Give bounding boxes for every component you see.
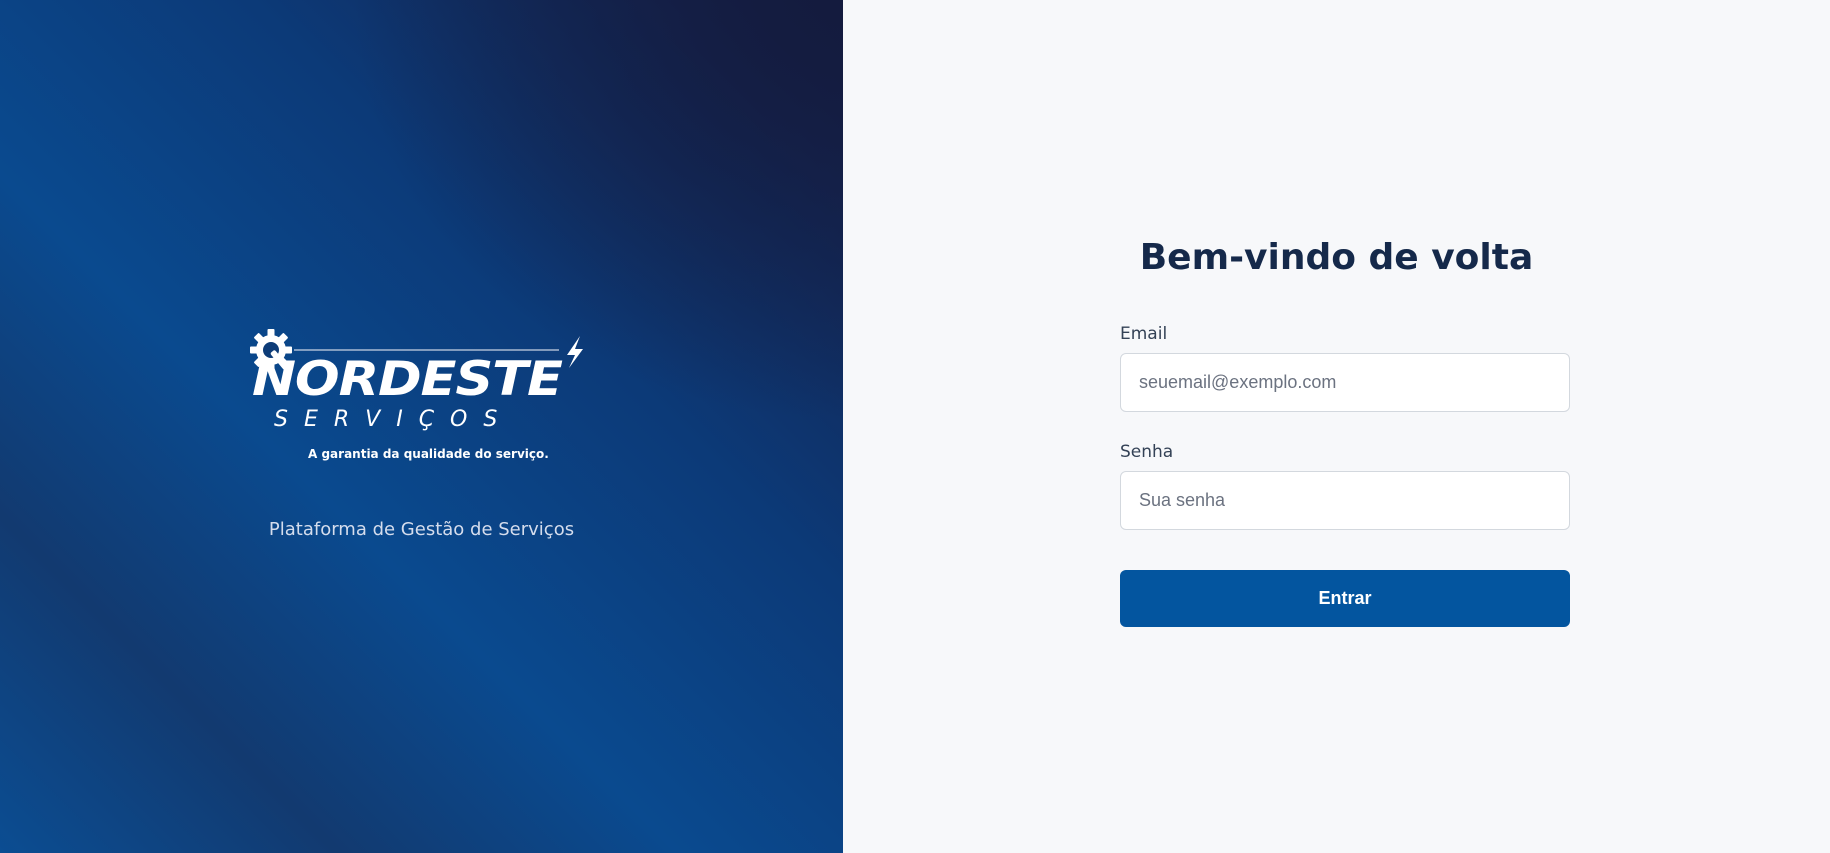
login-button[interactable]: Entrar bbox=[1120, 570, 1570, 627]
field-spacer bbox=[1120, 412, 1570, 438]
email-label: Email bbox=[1120, 324, 1168, 344]
page-title: Bem-vindo de volta bbox=[1139, 237, 1534, 278]
brand-tagline: A garantia da qualidade do serviço. bbox=[308, 447, 549, 461]
lightning-bolt-icon bbox=[567, 336, 583, 368]
brand-name: NORDESTE bbox=[252, 352, 563, 407]
password-field[interactable] bbox=[1120, 471, 1570, 530]
brand-panel: NORDESTE SERVIÇOS A garantia da qualidad… bbox=[0, 0, 843, 853]
password-label: Senha bbox=[1120, 442, 1174, 462]
platform-label: Plataforma de Gestão de Serviços bbox=[268, 519, 575, 540]
brand-logo: NORDESTE SERVIÇOS A garantia da qualidad… bbox=[246, 322, 591, 467]
email-field[interactable] bbox=[1120, 353, 1570, 412]
login-page: NORDESTE SERVIÇOS A garantia da qualidad… bbox=[0, 0, 1830, 853]
login-form: Email Senha Entrar bbox=[1120, 320, 1570, 627]
login-panel: Bem-vindo de volta Email Senha Entrar bbox=[843, 0, 1830, 853]
brand-subtitle: SERVIÇOS bbox=[274, 407, 514, 432]
